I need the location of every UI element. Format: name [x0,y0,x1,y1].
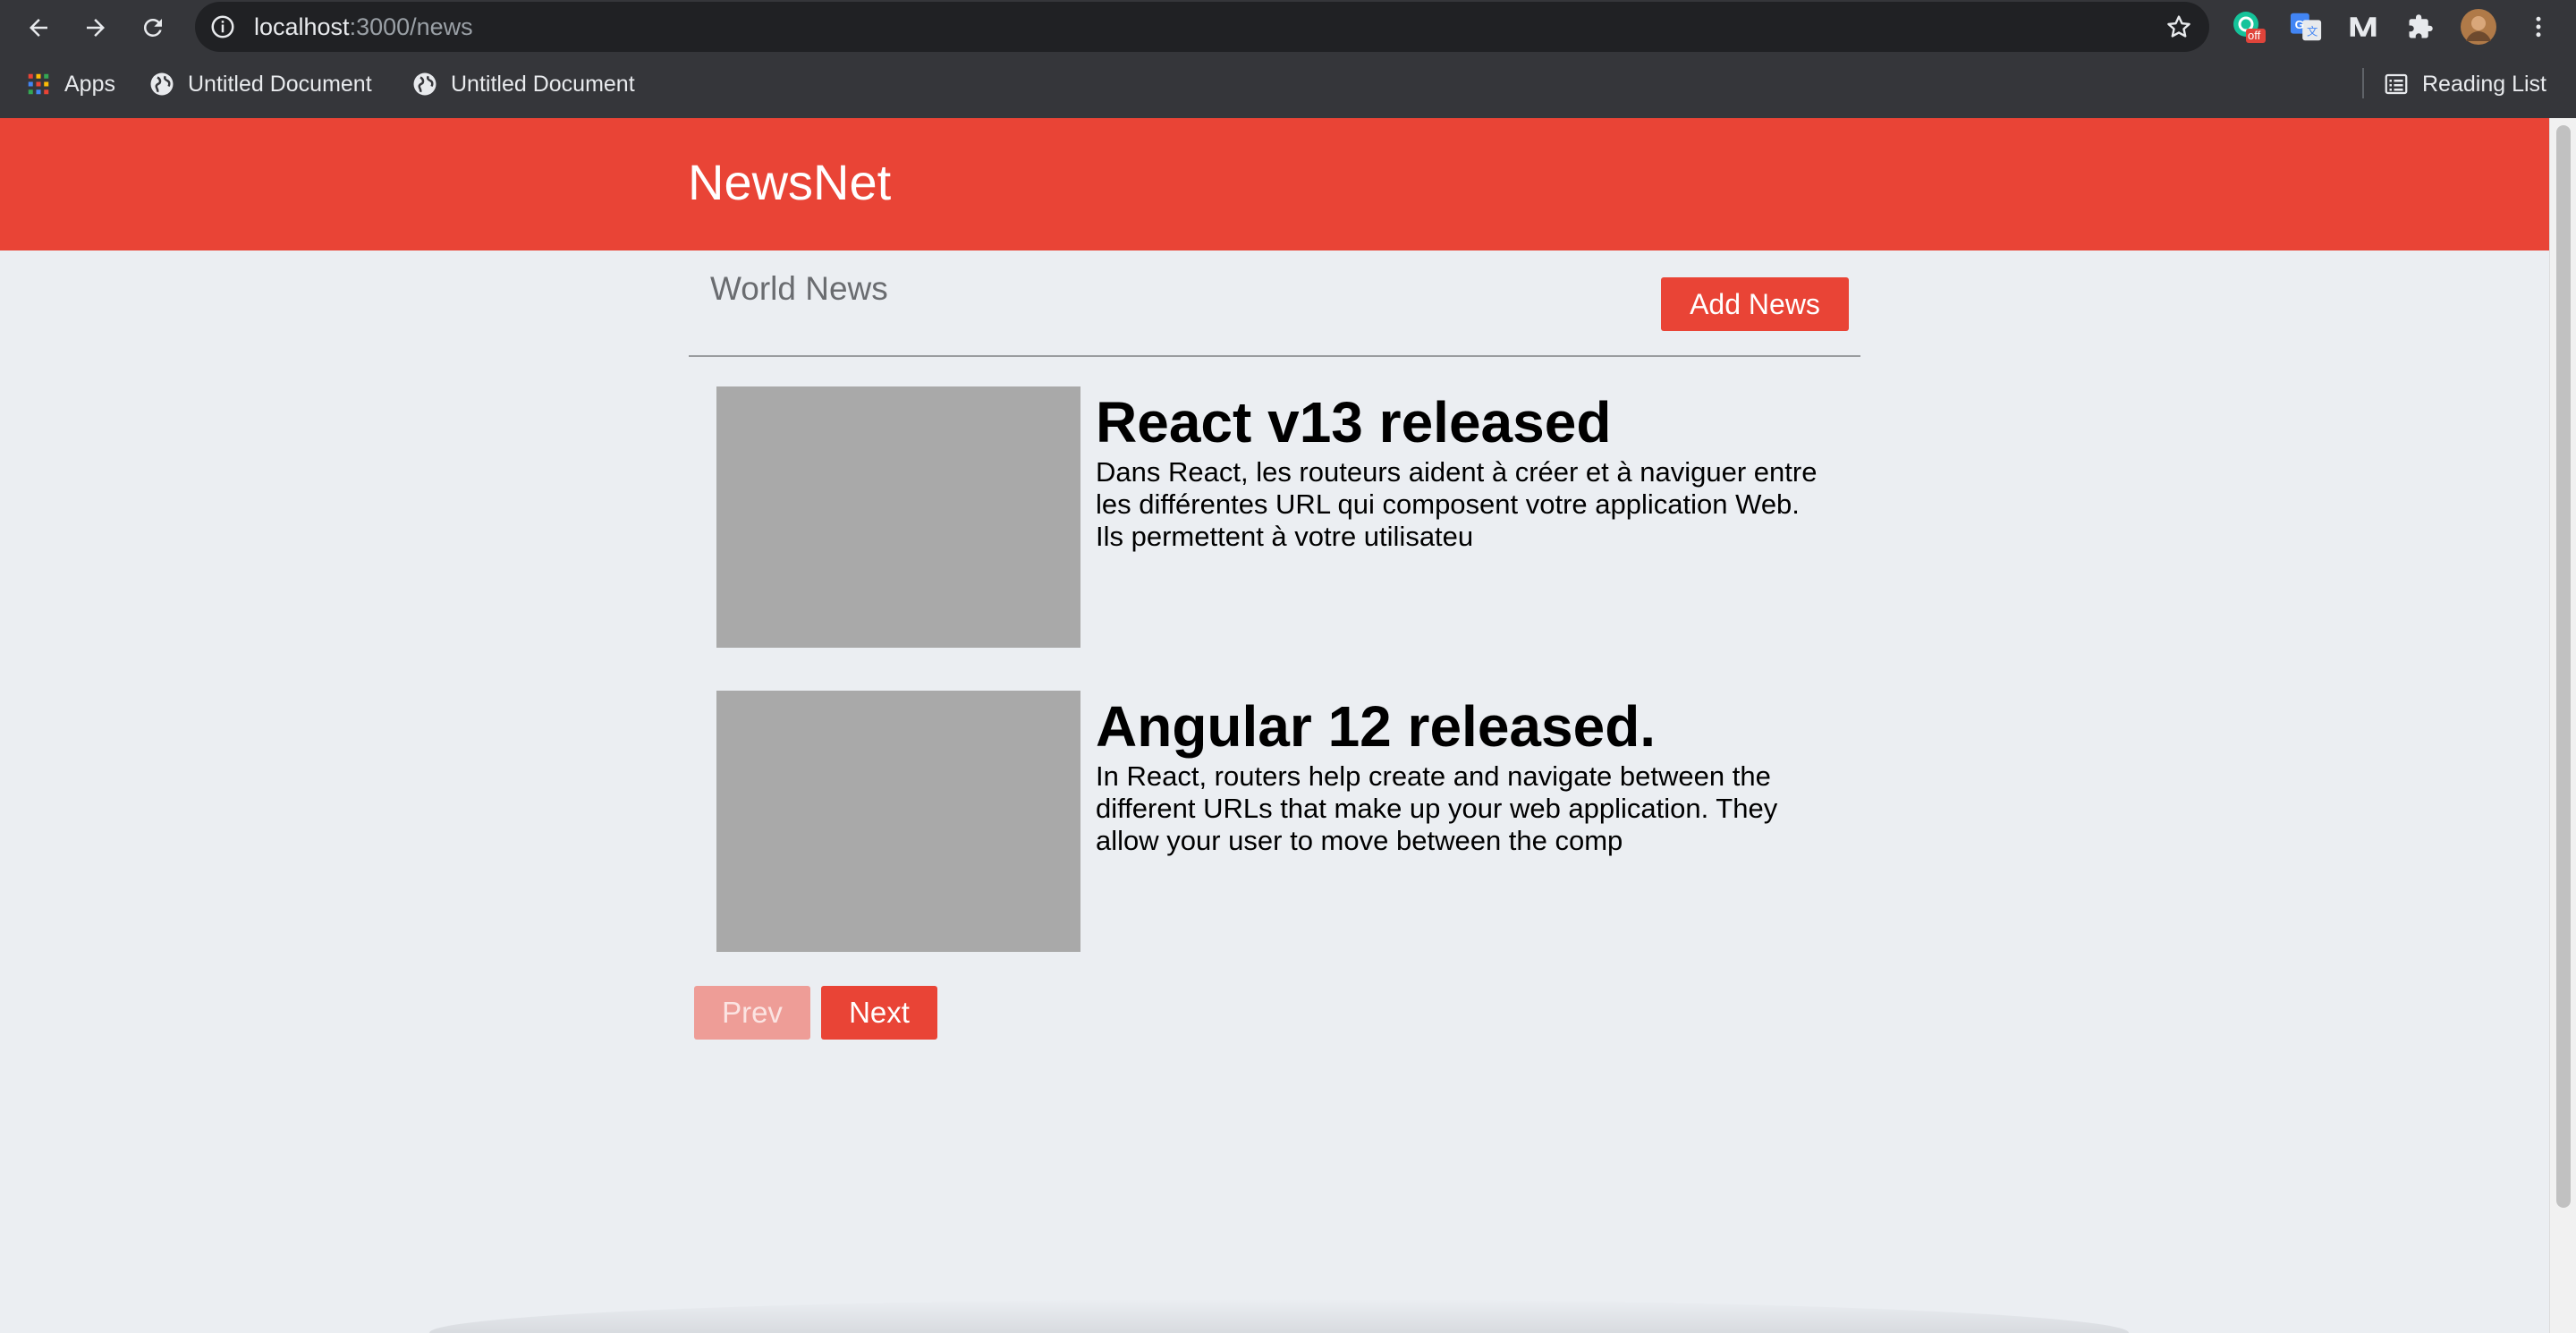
medium-icon [2350,17,2377,37]
add-news-button[interactable]: Add News [1661,277,1849,331]
globe-icon [413,72,436,96]
reading-list-icon [2385,73,2408,95]
news-thumbnail [716,386,1080,648]
more-vertical-icon [2536,16,2541,38]
browser-toolbar: localhost:3000/news off G 文 [0,0,2576,55]
bookmark-label: Untitled Document [451,71,635,97]
news-title[interactable]: React v13 released [1096,390,1611,454]
news-title[interactable]: Angular 12 released. [1096,694,1656,759]
forward-button[interactable] [73,5,118,50]
svg-text:G: G [2295,18,2304,31]
reading-list-button[interactable]: Reading List [2383,68,2546,100]
scrollbar-thumb[interactable] [2556,125,2571,1208]
page-scrollbar[interactable] [2549,118,2576,1333]
app-header: NewsNet [0,118,2549,250]
translate-extension-button[interactable]: G 文 [2288,9,2324,45]
profile-avatar-button[interactable] [2461,9,2496,45]
google-translate-icon: G 文 [2290,13,2322,41]
bookmark-label: Apps [64,71,115,97]
section-title: World News [710,270,888,307]
browser-menu-button[interactable] [2521,9,2556,45]
news-item[interactable]: React v13 released Dans React, les route… [716,386,1835,648]
info-icon[interactable] [209,13,236,40]
news-thumbnail [716,691,1080,952]
back-button[interactable] [16,5,61,50]
grammarly-extension-button[interactable]: off [2231,9,2267,45]
svg-text:文: 文 [2307,25,2318,38]
arrow-left-icon [30,19,47,37]
address-bar[interactable]: localhost:3000/news [195,2,2209,52]
reload-icon [143,18,162,37]
footer-shadow [429,1299,2129,1333]
globe-icon [150,72,174,96]
bookmark-apps[interactable]: Apps [25,68,115,100]
apps-grid-icon [28,73,49,95]
url-text[interactable]: localhost:3000/news [254,13,473,40]
brand-title[interactable]: NewsNet [688,154,891,211]
news-item[interactable]: Angular 12 released. In React, routers h… [716,691,1835,952]
url-host: localhost [254,13,350,40]
reading-list-label: Reading List [2422,71,2546,97]
bookmarks-bar: Apps Untitled Document Untitled Document [0,55,2576,118]
url-path: :3000/news [349,13,473,40]
extension-off-badge: off [2248,29,2261,42]
bookmarks-divider [2362,68,2364,98]
bookmark-label: Untitled Document [188,71,372,97]
prev-page-button[interactable]: Prev [694,986,810,1040]
arrow-right-icon [87,19,105,37]
reload-button[interactable] [131,5,175,50]
news-summary: Dans React, les routeurs aident à créer … [1096,456,1818,552]
star-icon[interactable] [2165,13,2193,41]
puzzle-piece-icon [2409,14,2433,38]
browser-chrome: localhost:3000/news off G 文 Apps Untitle… [0,0,2576,118]
avatar [2461,9,2496,45]
news-summary: In React, routers help create and naviga… [1096,760,1778,856]
extensions-button[interactable] [2402,9,2438,45]
medium-extension-button[interactable] [2345,9,2381,45]
next-page-button[interactable]: Next [821,986,937,1040]
bookmark-untitled-document-2[interactable]: Untitled Document [411,68,635,100]
bookmark-untitled-document-1[interactable]: Untitled Document [148,68,372,100]
section-divider [689,355,1860,357]
page: NewsNet World News Add News React v13 re… [0,118,2549,1333]
